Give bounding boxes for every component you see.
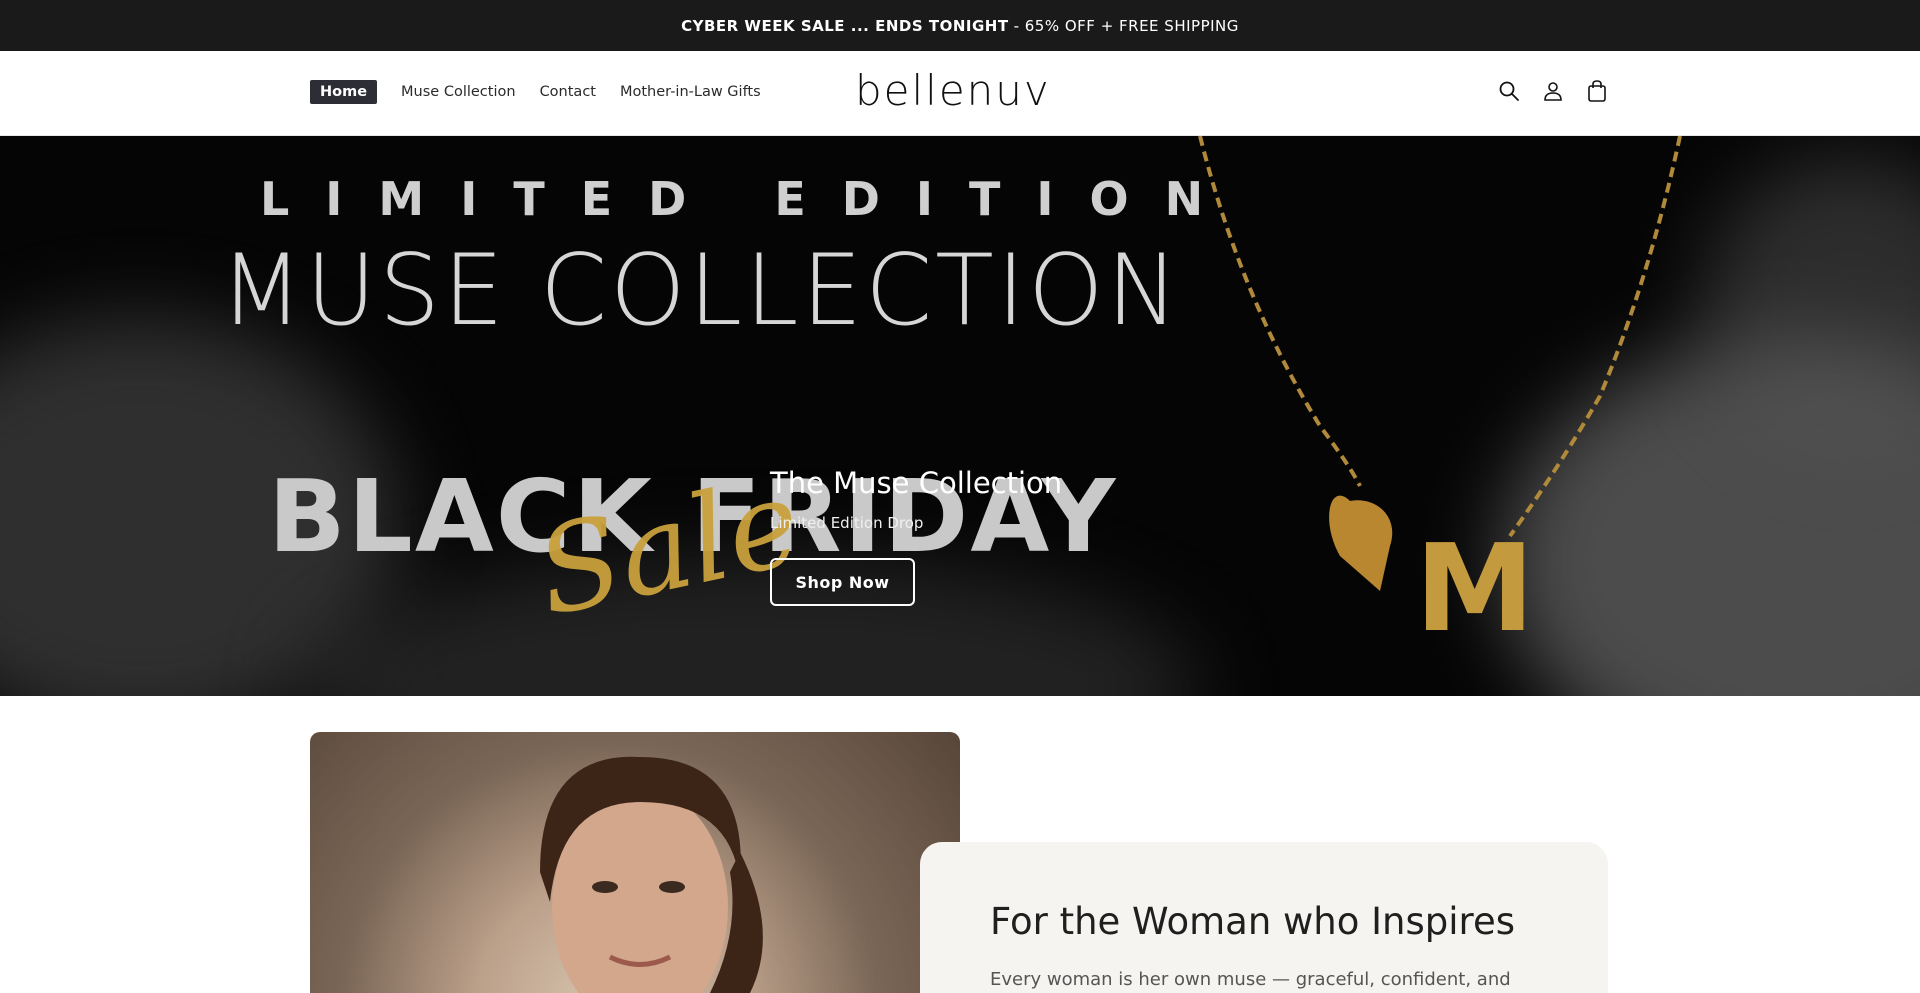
shop-now-button[interactable]: Shop Now [770,558,915,606]
announcement-bold: CYBER WEEK SALE ... ENDS TONIGHT [681,16,1009,35]
account-icon[interactable] [1542,79,1564,103]
nav-muse-collection[interactable]: Muse Collection [391,80,526,104]
announcement-rest: - 65% OFF + FREE SHIPPING [1013,16,1239,35]
cart-icon[interactable] [1586,79,1608,103]
hero-banner: LIMITED EDITION MUSE COLLECTION BLACK FR… [0,136,1920,696]
nav-contact[interactable]: Contact [530,80,606,104]
announcement-bar: CYBER WEEK SALE ... ENDS TONIGHT - 65% O… [0,0,1920,51]
feature-title: For the Woman who Inspires [990,900,1515,943]
feature-card: For the Woman who Inspires Every woman i… [920,842,1608,993]
site-header: Home Muse Collection Contact Mother-in-L… [0,51,1920,136]
nav-home[interactable]: Home [310,80,378,104]
feature-model-image [310,732,960,993]
feature-body: Every woman is her own muse — graceful, … [990,969,1511,990]
hero-title: The Muse Collection [770,466,1063,500]
site-logo[interactable]: bellenuv [855,66,1051,115]
hero-muse-collection-text: MUSE COLLECTION [220,234,1182,348]
hero-limited-edition-text: LIMITED EDITION [260,172,1240,226]
hero-subtitle: Limited Edition Drop [770,514,924,532]
pendant-letter: M [1415,520,1534,659]
necklace-image: M [1198,136,1682,659]
header-icons [1498,79,1608,103]
search-icon[interactable] [1498,79,1520,103]
nav-mother-in-law-gifts[interactable]: Mother-in-Law Gifts [610,80,771,104]
main-nav: Home Muse Collection Contact Mother-in-L… [310,80,775,104]
